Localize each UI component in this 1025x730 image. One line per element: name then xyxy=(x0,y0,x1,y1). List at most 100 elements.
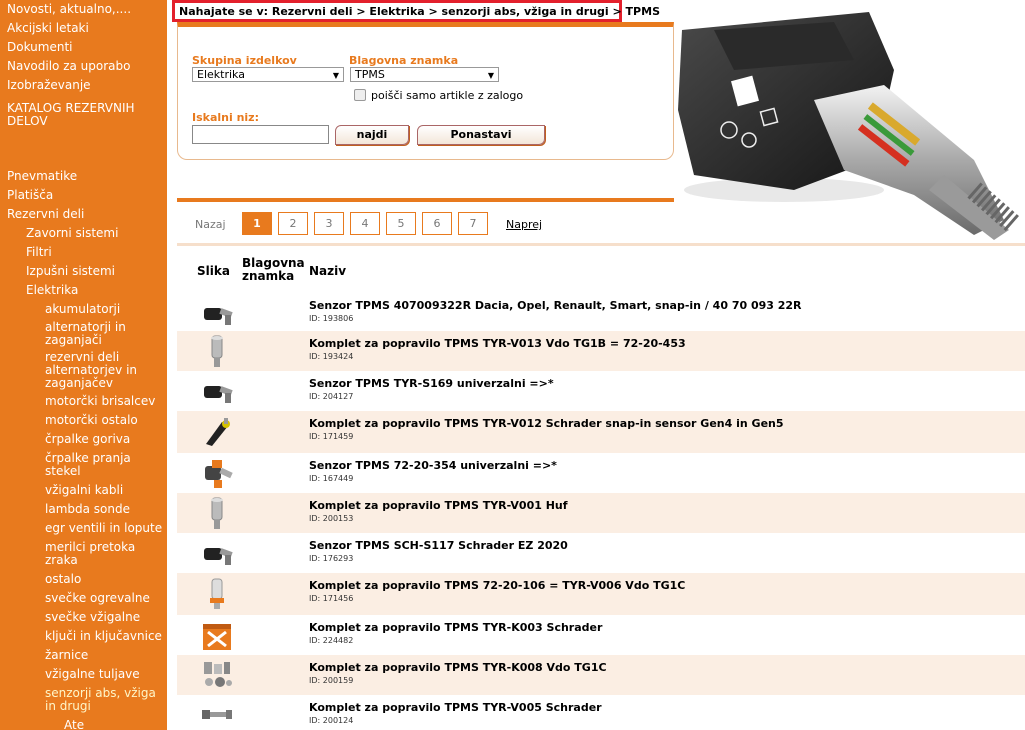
sidebar-category-item[interactable]: ključi in ključavnice xyxy=(0,627,167,646)
product-name-link[interactable]: Komplet za popravilo TPMS TYR-V012 Schra… xyxy=(309,417,784,430)
table-row[interactable]: Komplet za popravilo TPMS 72-20-106 = TY… xyxy=(177,573,1025,615)
sidebar-category-item[interactable]: črpalke goriva xyxy=(0,430,167,449)
sidebar-category-item[interactable]: Pnevmatike xyxy=(0,167,167,186)
sidebar-category-item[interactable]: žarnice xyxy=(0,646,167,665)
sidebar-category-item[interactable]: Filtri xyxy=(0,243,167,262)
group-select-value: Elektrika xyxy=(197,68,245,81)
product-id: ID: 204127 xyxy=(309,392,354,401)
group-select[interactable]: Elektrika ▼ xyxy=(192,67,344,82)
table-row[interactable]: Senzor TPMS TYR-S169 univerzalni =>* ID: … xyxy=(177,371,1025,411)
breadcrumb: Nahajate se v: Rezervni deli > Elektrika… xyxy=(172,0,660,22)
sidebar-category-item[interactable]: egr ventili in lopute xyxy=(0,519,167,538)
sidebar-category-item[interactable]: Rezervni deli xyxy=(0,205,167,224)
product-name-link[interactable]: Senzor TPMS 407009322R Dacia, Opel, Rena… xyxy=(309,299,802,312)
brand-select[interactable]: TPMS ▼ xyxy=(350,67,499,82)
sidebar-category-item[interactable]: akumulatorji xyxy=(0,300,167,319)
sidebar-category-item[interactable]: Zavorni sistemi xyxy=(0,224,167,243)
stock-only-label: poišči samo artikle z zalogo xyxy=(371,89,524,102)
sidebar-category-tree: Pnevmatike Platišča Rezervni deli Zavorni s… xyxy=(0,167,167,730)
table-row[interactable]: Komplet za popravilo TPMS TYR-V005 Schra… xyxy=(177,695,1025,727)
product-id: ID: 171456 xyxy=(309,594,354,603)
product-id: ID: 224482 xyxy=(309,636,354,645)
brand-select-value: TPMS xyxy=(355,68,385,81)
sidebar-link-news[interactable]: Novosti, aktualno,.... xyxy=(0,0,167,19)
tpms-sensor-black-icon[interactable] xyxy=(200,296,234,330)
page-link-4[interactable]: 4 xyxy=(350,212,380,235)
sidebar-category-item[interactable]: alternatorji in zaganjači xyxy=(0,319,167,349)
product-name-link[interactable]: Komplet za popravilo TPMS TYR-V005 Schra… xyxy=(309,701,602,714)
sidebar-category-item[interactable]: črpalke pranja stekel xyxy=(0,449,167,481)
product-id: ID: 200159 xyxy=(309,676,354,685)
page-link-2[interactable]: 2 xyxy=(278,212,308,235)
product-name-link[interactable]: Komplet za popravilo TPMS TYR-V001 Huf xyxy=(309,499,568,512)
sidebar-category-item[interactable]: Platišča xyxy=(0,186,167,205)
sidebar-category-item[interactable]: svečke ogrevalne xyxy=(0,589,167,608)
tpms-sensor-product-image xyxy=(674,0,1025,240)
product-name-link[interactable]: Komplet za popravilo TPMS TYR-K008 Vdo T… xyxy=(309,661,607,674)
product-id: ID: 200124 xyxy=(309,716,354,725)
product-id: ID: 167449 xyxy=(309,474,354,483)
valve-kit-orange-icon[interactable] xyxy=(200,576,234,610)
valve-kit-silver-icon[interactable] xyxy=(200,334,234,368)
table-row[interactable]: Senzor TPMS 72-20-354 univerzalni =>* ID:… xyxy=(177,453,1025,493)
product-name-link[interactable]: Komplet za popravilo TPMS TYR-V013 Vdo T… xyxy=(309,337,686,350)
product-name-link[interactable]: Senzor TPMS 72-20-354 univerzalni =>* xyxy=(309,459,557,472)
table-row[interactable]: Komplet za popravilo TPMS TYR-K008 Vdo T… xyxy=(177,655,1025,695)
page-link-5[interactable]: 5 xyxy=(386,212,416,235)
search-panel: Skupina izdelkov Elektrika ▼ Blagovna zn… xyxy=(177,22,674,160)
tpms-sensor-orange-icon[interactable] xyxy=(200,456,234,490)
table-row[interactable]: Komplet za popravilo TPMS TYR-K003 Schra… xyxy=(177,615,1025,655)
prev-page-link[interactable]: Nazaj xyxy=(195,218,226,231)
sidebar-category-item[interactable]: vžigalni kabli xyxy=(0,481,167,500)
sidebar-category-item[interactable]: vžigalne tuljave xyxy=(0,665,167,684)
valve-kit-silver-icon[interactable] xyxy=(200,496,234,530)
product-table: Slika Blagovna znamka Naziv Senzor TPMS … xyxy=(177,246,1025,727)
search-input[interactable] xyxy=(192,125,329,144)
sidebar-top-links: Novosti, aktualno,.... Akcijski letaki D… xyxy=(0,0,167,131)
sidebar-link-leaflets[interactable]: Akcijski letaki xyxy=(0,19,167,38)
page-link-3[interactable]: 3 xyxy=(314,212,344,235)
pagination: Nazaj 1234567 Naprej xyxy=(177,212,677,236)
sidebar-link-training[interactable]: Izobraževanje xyxy=(0,76,167,95)
table-row[interactable]: Komplet za popravilo TPMS TYR-V013 Vdo T… xyxy=(177,331,1025,371)
sidebar-category-item[interactable]: rezervni deli alternatorjev in zaganjače… xyxy=(0,349,167,392)
sidebar-category-item[interactable]: merilci pretoka zraka xyxy=(0,538,167,570)
tpms-sensor-black-icon[interactable] xyxy=(200,374,234,408)
sidebar-category-item[interactable]: motorčki ostalo xyxy=(0,411,167,430)
table-row[interactable]: Senzor TPMS SCH-S117 Schrader EZ 2020 ID:… xyxy=(177,533,1025,573)
page-link-1[interactable]: 1 xyxy=(242,212,272,235)
page-link-6[interactable]: 6 xyxy=(422,212,452,235)
header-name: Naziv xyxy=(309,264,347,278)
product-id: ID: 193424 xyxy=(309,352,354,361)
snap-in-valve-icon[interactable] xyxy=(200,414,234,448)
product-name-link[interactable]: Komplet za popravilo TPMS 72-20-106 = TY… xyxy=(309,579,685,592)
product-name-link[interactable]: Senzor TPMS TYR-S169 univerzalni =>* xyxy=(309,377,554,390)
parts-set-icon[interactable] xyxy=(200,658,234,692)
reset-button[interactable]: Ponastavi xyxy=(417,125,545,145)
search-button[interactable]: najdi xyxy=(335,125,409,145)
page-link-7[interactable]: 7 xyxy=(458,212,488,235)
valve-stem-icon[interactable] xyxy=(200,698,234,730)
tpms-sensor-black-icon[interactable] xyxy=(200,536,234,570)
sidebar-category-item[interactable]: Izpušni sistemi xyxy=(0,262,167,281)
stock-only-checkbox[interactable] xyxy=(354,89,366,101)
sidebar-category-item[interactable]: svečke vžigalne xyxy=(0,608,167,627)
sidebar-category-item[interactable]: lambda sonde xyxy=(0,500,167,519)
sidebar-category-item[interactable]: Elektrika xyxy=(0,281,167,300)
table-row[interactable]: Senzor TPMS 407009322R Dacia, Opel, Rena… xyxy=(177,293,1025,331)
next-page-link[interactable]: Naprej xyxy=(506,218,542,231)
product-id: ID: 193806 xyxy=(309,314,354,323)
table-row[interactable]: Komplet za popravilo TPMS TYR-V012 Schra… xyxy=(177,411,1025,453)
product-name-link[interactable]: Komplet za popravilo TPMS TYR-K003 Schra… xyxy=(309,621,602,634)
sidebar-link-catalog[interactable]: KATALOG REZERVNIH DELOV xyxy=(0,99,167,131)
sidebar-category-item[interactable]: Ate xyxy=(0,716,167,730)
sidebar-link-documents[interactable]: Dokumenti xyxy=(0,38,167,57)
sidebar-category-item[interactable]: motorčki brisalcev xyxy=(0,392,167,411)
no-image-box-icon[interactable] xyxy=(200,618,234,652)
header-image: Slika xyxy=(197,264,230,278)
table-row[interactable]: Komplet za popravilo TPMS TYR-V001 Huf ID… xyxy=(177,493,1025,533)
product-name-link[interactable]: Senzor TPMS SCH-S117 Schrader EZ 2020 xyxy=(309,539,568,552)
sidebar-category-item[interactable]: senzorji abs, vžiga in drugi xyxy=(0,684,167,716)
sidebar-link-manual[interactable]: Navodilo za uporabo xyxy=(0,57,167,76)
sidebar-category-item[interactable]: ostalo xyxy=(0,570,167,589)
